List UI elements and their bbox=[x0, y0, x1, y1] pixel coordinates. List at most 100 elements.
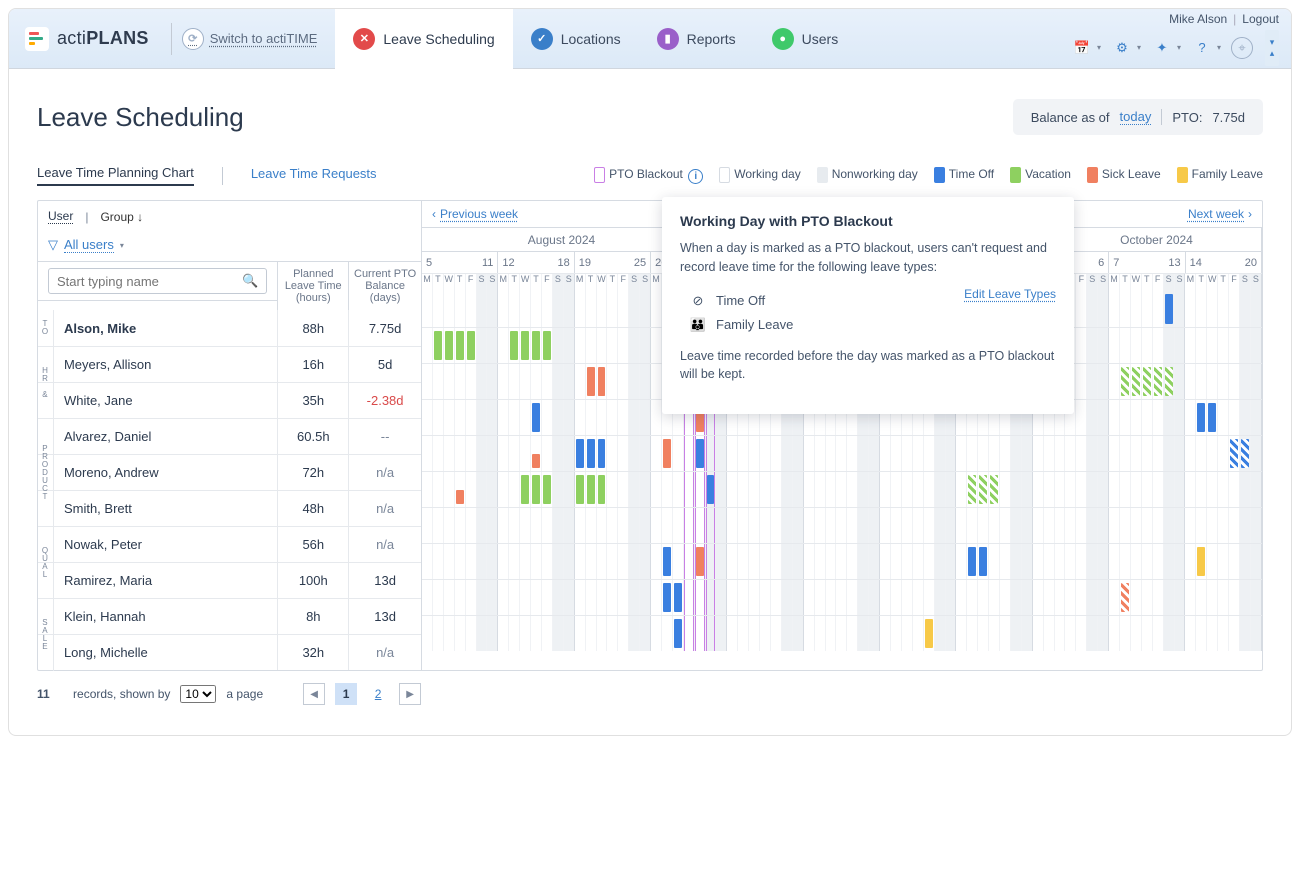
user-name[interactable]: Alvarez, Daniel bbox=[54, 419, 277, 454]
day-cell[interactable] bbox=[564, 364, 575, 399]
day-cell[interactable] bbox=[1218, 400, 1229, 435]
day-cell[interactable] bbox=[1207, 328, 1218, 363]
day-cell[interactable] bbox=[1098, 364, 1109, 399]
day-cell[interactable] bbox=[466, 291, 477, 327]
day-cell[interactable] bbox=[477, 580, 488, 615]
day-cell[interactable] bbox=[487, 400, 498, 435]
day-cell[interactable] bbox=[1218, 580, 1229, 615]
day-cell[interactable] bbox=[1044, 544, 1055, 579]
day-cell[interactable] bbox=[1109, 544, 1120, 579]
day-cell[interactable] bbox=[575, 580, 586, 615]
day-cell[interactable] bbox=[1196, 472, 1207, 507]
user-name[interactable]: Long, Michelle bbox=[54, 635, 277, 670]
day-cell[interactable] bbox=[804, 508, 815, 543]
day-cell[interactable] bbox=[1076, 508, 1087, 543]
day-cell[interactable] bbox=[760, 580, 771, 615]
day-cell[interactable] bbox=[433, 364, 444, 399]
leave-block[interactable] bbox=[598, 382, 606, 396]
day-cell[interactable] bbox=[1175, 472, 1186, 507]
day-cell[interactable] bbox=[1185, 472, 1196, 507]
day-cell[interactable] bbox=[1076, 616, 1087, 651]
day-cell[interactable] bbox=[1207, 436, 1218, 471]
day-cell[interactable] bbox=[640, 291, 651, 327]
day-cell[interactable] bbox=[564, 544, 575, 579]
day-cell[interactable] bbox=[1142, 544, 1153, 579]
day-cell[interactable] bbox=[586, 400, 597, 435]
day-cell[interactable] bbox=[673, 616, 684, 651]
day-cell[interactable] bbox=[869, 544, 880, 579]
day-cell[interactable] bbox=[1196, 508, 1207, 543]
day-cell[interactable] bbox=[444, 508, 455, 543]
day-cell[interactable] bbox=[978, 544, 989, 579]
day-cell[interactable] bbox=[575, 364, 586, 399]
day-cell[interactable] bbox=[542, 328, 553, 363]
day-cell[interactable] bbox=[1098, 400, 1109, 435]
leave-block[interactable] bbox=[968, 547, 976, 576]
day-cell[interactable] bbox=[967, 616, 978, 651]
user-row[interactable]: T OAlson, Mike88h7.75d bbox=[38, 310, 421, 346]
day-cell[interactable] bbox=[1098, 508, 1109, 543]
day-cell[interactable] bbox=[695, 436, 706, 471]
day-cell[interactable] bbox=[1218, 544, 1229, 579]
grid-row[interactable] bbox=[422, 615, 1262, 651]
day-cell[interactable] bbox=[531, 291, 542, 327]
day-cell[interactable] bbox=[629, 364, 640, 399]
user-name[interactable]: Moreno, Andrew bbox=[54, 455, 277, 490]
day-cell[interactable] bbox=[804, 436, 815, 471]
day-cell[interactable] bbox=[738, 508, 749, 543]
day-cell[interactable] bbox=[575, 291, 586, 327]
day-cell[interactable] bbox=[847, 544, 858, 579]
day-cell[interactable] bbox=[1142, 291, 1153, 327]
day-cell[interactable] bbox=[880, 544, 891, 579]
day-cell[interactable] bbox=[629, 328, 640, 363]
leave-block[interactable] bbox=[979, 547, 987, 576]
day-cell[interactable] bbox=[760, 544, 771, 579]
day-cell[interactable] bbox=[727, 616, 738, 651]
day-cell[interactable] bbox=[738, 616, 749, 651]
user-row[interactable]: Ramirez, Maria100h13d bbox=[38, 562, 421, 598]
day-cell[interactable] bbox=[422, 400, 433, 435]
day-cell[interactable] bbox=[1164, 616, 1175, 651]
day-cell[interactable] bbox=[1229, 472, 1240, 507]
day-cell[interactable] bbox=[913, 436, 924, 471]
day-cell[interactable] bbox=[869, 472, 880, 507]
day-cell[interactable] bbox=[1098, 436, 1109, 471]
day-cell[interactable] bbox=[706, 580, 717, 615]
day-cell[interactable] bbox=[640, 328, 651, 363]
day-cell[interactable] bbox=[891, 472, 902, 507]
day-cell[interactable] bbox=[575, 508, 586, 543]
day-cell[interactable] bbox=[531, 508, 542, 543]
day-cell[interactable] bbox=[629, 400, 640, 435]
nav-tab-reports[interactable]: ▮Reports bbox=[639, 9, 754, 69]
day-cell[interactable] bbox=[1175, 508, 1186, 543]
day-cell[interactable] bbox=[433, 508, 444, 543]
day-cell[interactable] bbox=[815, 472, 826, 507]
day-cell[interactable] bbox=[1175, 400, 1186, 435]
leave-block[interactable] bbox=[576, 439, 584, 468]
day-cell[interactable] bbox=[1185, 508, 1196, 543]
day-cell[interactable] bbox=[1175, 436, 1186, 471]
day-cell[interactable] bbox=[858, 616, 869, 651]
day-cell[interactable] bbox=[771, 616, 782, 651]
day-cell[interactable] bbox=[618, 364, 629, 399]
day-cell[interactable] bbox=[935, 472, 946, 507]
day-cell[interactable] bbox=[498, 472, 509, 507]
day-cell[interactable] bbox=[1207, 364, 1218, 399]
day-cell[interactable] bbox=[520, 544, 531, 579]
edit-leave-types-link[interactable]: Edit Leave Types bbox=[964, 287, 1056, 301]
day-cell[interactable] bbox=[847, 616, 858, 651]
day-cell[interactable] bbox=[967, 436, 978, 471]
day-cell[interactable] bbox=[924, 544, 935, 579]
day-cell[interactable] bbox=[727, 508, 738, 543]
day-cell[interactable] bbox=[1164, 436, 1175, 471]
day-cell[interactable] bbox=[935, 508, 946, 543]
nav-tab-leave-scheduling[interactable]: ✕Leave Scheduling bbox=[335, 9, 512, 69]
leave-block[interactable] bbox=[1165, 367, 1173, 396]
leave-block[interactable] bbox=[532, 475, 540, 504]
day-cell[interactable] bbox=[716, 436, 727, 471]
day-cell[interactable] bbox=[913, 508, 924, 543]
day-cell[interactable] bbox=[466, 472, 477, 507]
day-cell[interactable] bbox=[1065, 472, 1076, 507]
leave-block[interactable] bbox=[674, 583, 682, 612]
day-cell[interactable] bbox=[1153, 616, 1164, 651]
